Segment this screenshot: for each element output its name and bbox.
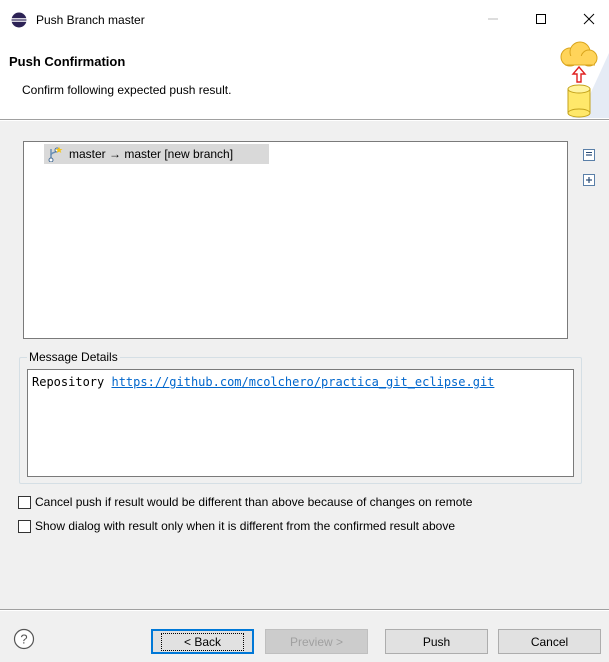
show-dialog-checkbox[interactable] xyxy=(18,519,31,533)
tree-row[interactable]: master → master [new branch] xyxy=(44,144,269,164)
message-details-group: Message Details Repository https://githu… xyxy=(19,349,582,484)
window-title: Push Branch master xyxy=(36,13,145,27)
cloud-push-repository-icon xyxy=(560,41,609,118)
show-dialog-option[interactable]: Show dialog with result only when it is … xyxy=(18,519,455,533)
push-button-label: Push xyxy=(422,634,451,649)
back-button-label: < Back xyxy=(160,632,245,651)
cancel-button[interactable]: Cancel xyxy=(498,629,601,654)
close-button[interactable] xyxy=(566,4,609,34)
back-button[interactable]: < Back xyxy=(151,629,254,654)
cancel-button-label: Cancel xyxy=(530,634,569,649)
cancel-if-different-checkbox[interactable] xyxy=(18,495,31,509)
minimize-button[interactable] xyxy=(470,4,516,34)
push-result-tree[interactable]: master → master [new branch] xyxy=(23,141,568,339)
help-icon[interactable]: ? xyxy=(13,628,35,650)
show-dialog-label: Show dialog with result only when it is … xyxy=(35,519,455,533)
cancel-if-different-label: Cancel push if result would be different… xyxy=(35,495,473,509)
page-description: Confirm following expected push result. xyxy=(22,83,232,97)
eclipse-icon xyxy=(11,12,27,28)
expand-all-icon[interactable] xyxy=(582,173,596,187)
page-title: Push Confirmation xyxy=(9,54,126,69)
cancel-if-different-option[interactable]: Cancel push if result would be different… xyxy=(18,495,472,509)
title-bar: Push Branch master xyxy=(0,0,609,40)
preview-button-label: Preview > xyxy=(289,634,344,649)
svg-text:?: ? xyxy=(20,632,27,647)
collapse-all-icon[interactable] xyxy=(582,148,596,162)
message-details-label: Message Details xyxy=(27,349,120,365)
maximize-icon xyxy=(536,14,546,24)
message-prefix: Repository xyxy=(32,375,112,389)
push-button[interactable]: Push xyxy=(385,629,488,654)
repository-link[interactable]: https://github.com/mcolchero/practica_gi… xyxy=(111,375,494,389)
maximize-button[interactable] xyxy=(518,4,564,34)
preview-button[interactable]: Preview > xyxy=(265,629,368,654)
wizard-header: Push Confirmation Confirm following expe… xyxy=(0,40,609,119)
header-separator-highlight xyxy=(0,120,609,121)
minimize-icon xyxy=(488,18,498,20)
tree-row-label: master → master [new branch] xyxy=(69,147,234,161)
message-details-text[interactable]: Repository https://github.com/mcolchero/… xyxy=(27,369,574,477)
footer-separator-highlight xyxy=(0,610,609,611)
close-icon xyxy=(583,13,595,25)
new-branch-icon xyxy=(48,146,63,162)
